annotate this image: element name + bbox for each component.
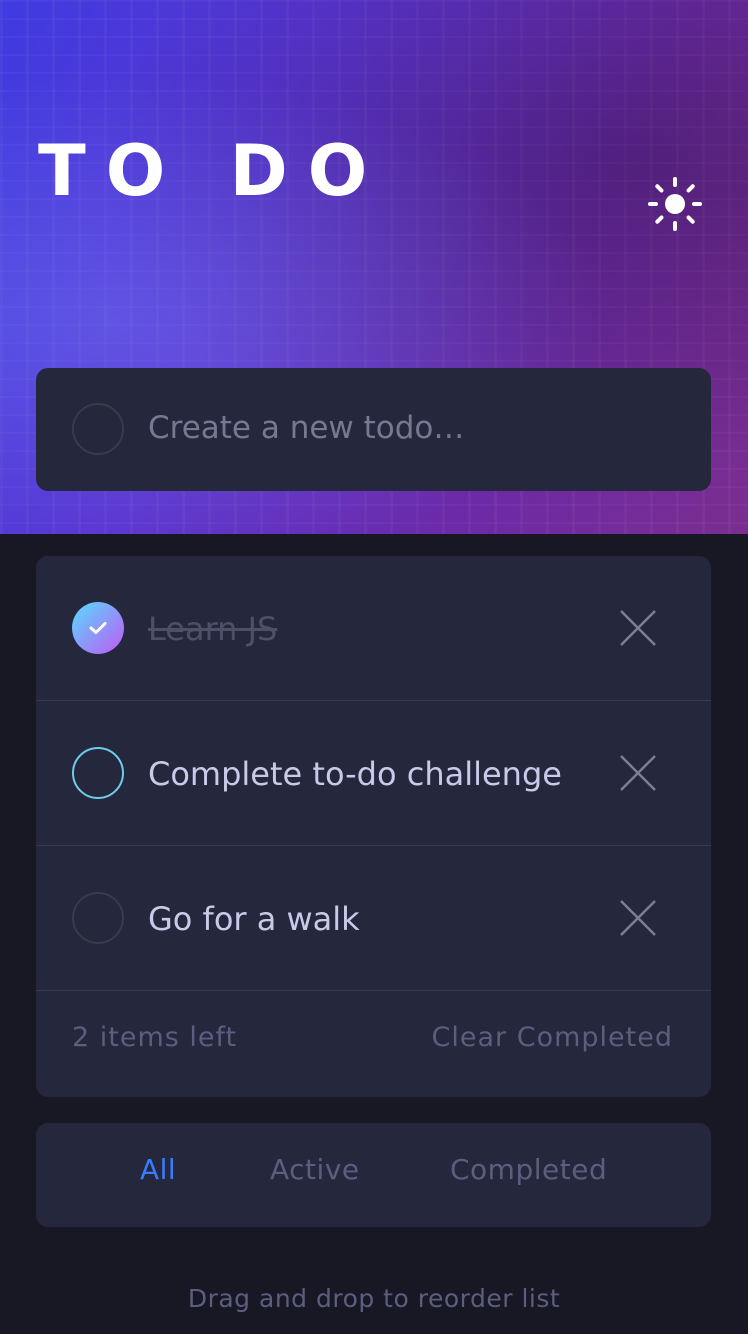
delete-todo-button[interactable] (618, 753, 658, 793)
close-icon (620, 610, 656, 646)
todo-text: Complete to-do challenge (148, 755, 562, 793)
new-todo-input[interactable] (148, 398, 668, 458)
filter-completed-button[interactable]: Completed (450, 1153, 607, 1186)
todo-item[interactable]: Complete to-do challenge (36, 701, 711, 846)
new-todo-check-circle[interactable] (72, 403, 124, 455)
items-left-count: 2 items left (72, 1022, 238, 1053)
theme-toggle-button[interactable] (648, 177, 702, 231)
close-icon (620, 755, 656, 791)
todo-checkbox-checked[interactable] (72, 602, 124, 654)
todo-text: Go for a walk (148, 900, 360, 938)
todo-list: Learn JS Complete to-do challenge Go for… (36, 556, 711, 1097)
todo-checkbox[interactable] (72, 892, 124, 944)
todo-item[interactable]: Go for a walk (36, 846, 711, 991)
new-todo-card (36, 368, 711, 491)
todo-item[interactable]: Learn JS (36, 556, 711, 701)
delete-todo-button[interactable] (618, 898, 658, 938)
sun-icon (648, 177, 702, 231)
page-title: TO DO (38, 130, 388, 212)
todo-text: Learn JS (148, 610, 278, 648)
delete-todo-button[interactable] (618, 608, 658, 648)
clear-completed-button[interactable]: Clear Completed (432, 1022, 673, 1053)
list-footer: 2 items left Clear Completed (36, 992, 711, 1097)
filter-all-button[interactable]: All (140, 1153, 176, 1186)
close-icon (620, 900, 656, 936)
check-icon (89, 622, 107, 634)
todo-checkbox[interactable] (72, 747, 124, 799)
filter-active-button[interactable]: Active (270, 1153, 360, 1186)
drag-hint: Drag and drop to reorder list (187, 1284, 561, 1313)
filter-bar: All Active Completed (36, 1123, 711, 1227)
